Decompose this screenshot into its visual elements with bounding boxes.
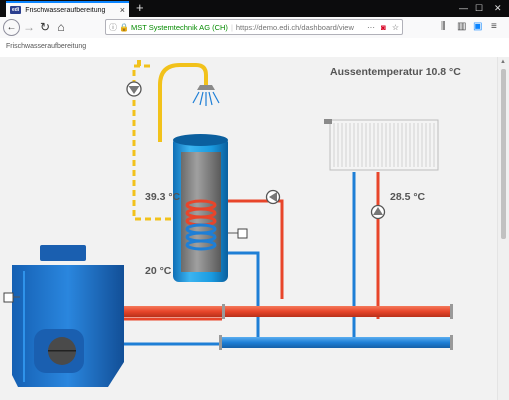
scroll-up-icon[interactable]: ▲ — [500, 59, 506, 65]
url-bar[interactable]: ⓘ 🔒 MST Systemtechnik AG (CH) | https://… — [105, 19, 403, 35]
reload-icon[interactable]: ↻ — [37, 19, 53, 35]
library-icon[interactable]: ⫼ — [441, 20, 446, 34]
close-icon[interactable]: × — [120, 5, 125, 15]
menu-dots-icon[interactable]: ··· — [367, 23, 375, 32]
warm-water-line — [137, 60, 208, 142]
navigation-toolbar: ← → ↻ ⌂ ⓘ 🔒 MST Systemtechnik AG (CH) | … — [0, 17, 509, 39]
pocket-icon[interactable]: ◙ — [381, 23, 386, 32]
sensor-icon[interactable] — [228, 228, 248, 239]
star-icon[interactable]: ☆ — [392, 23, 399, 32]
info-icon[interactable]: ⓘ — [109, 22, 117, 33]
browser-tab[interactable]: edi Frischwasseraufbereitung × — [6, 1, 129, 17]
radiator-temperature: 28.5 °C — [390, 191, 426, 203]
window-close-icon[interactable]: ✕ — [494, 1, 502, 15]
url-text[interactable]: https://demo.edi.ch/dashboard/view — [236, 23, 364, 32]
scroll-thumb[interactable] — [501, 69, 506, 239]
radiator — [324, 119, 439, 171]
favicon: edi — [10, 6, 22, 14]
maximize-icon[interactable]: ☐ — [475, 1, 483, 15]
home-icon[interactable]: ⌂ — [53, 19, 69, 35]
pump-icon[interactable] — [265, 189, 281, 205]
return-header-pipe — [222, 337, 453, 348]
page-header: Frischwasseraufbereitung — [0, 38, 509, 57]
tank-top-temperature: 39.3 °C — [145, 191, 181, 203]
outside-temperature: Aussentemperatur 10.8 °C — [330, 66, 461, 78]
breadcrumb: Frischwasseraufbereitung — [6, 43, 87, 50]
lock-icon: 🔒 — [119, 22, 129, 32]
boiler — [12, 245, 124, 387]
pump-icon[interactable] — [126, 81, 142, 97]
storage-tank — [173, 134, 228, 282]
forward-arrow-icon[interactable]: → — [21, 19, 37, 35]
tank-bottom-temperature: 20 °C — [145, 265, 172, 277]
pump-icon[interactable] — [370, 204, 386, 220]
hamburger-menu-icon[interactable]: ≡ — [491, 20, 497, 34]
new-tab-icon[interactable]: + — [136, 1, 144, 15]
schematic-panel: Aussentemperatur 10.8 °C 39.3 °C 20 °C 2… — [0, 57, 497, 400]
shower-icon — [192, 85, 220, 106]
heating-schematic — [3, 60, 453, 387]
vertical-scrollbar[interactable]: ▲ — [497, 57, 509, 400]
tab-title: Frischwasseraufbereitung — [25, 6, 106, 14]
tab-strip: edi Frischwasseraufbereitung × + — ☐ ✕ — [0, 0, 509, 17]
supply-header-pipe — [118, 306, 453, 317]
url-separator: | — [230, 22, 233, 32]
site-identity: MST Systemtechnik AG (CH) — [130, 22, 228, 32]
sidebar-icon[interactable]: ▥ — [457, 20, 466, 34]
account-icon[interactable]: ▣ — [473, 20, 482, 34]
back-arrow-icon[interactable]: ← — [3, 19, 20, 36]
minimize-icon[interactable]: — — [459, 1, 468, 15]
